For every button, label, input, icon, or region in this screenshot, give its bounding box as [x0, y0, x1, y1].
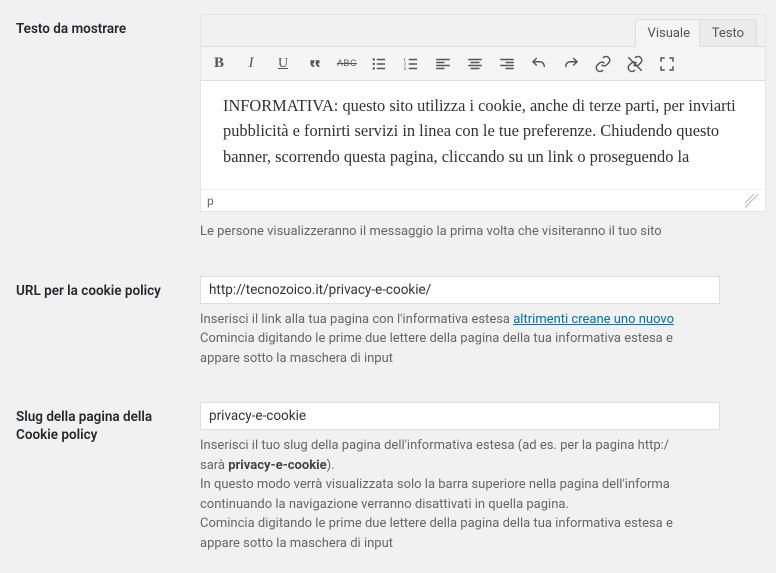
cookie-slug-input[interactable]	[200, 402, 720, 430]
desc-line: continuando la navigazione verranno disa…	[200, 497, 569, 512]
desc-line: Inserisci il tuo slug della pagina dell'…	[200, 438, 669, 453]
tab-visual[interactable]: Visuale	[635, 19, 703, 47]
description-testo: Le persone visualizzeranno il messaggio …	[200, 222, 766, 242]
desc-line: Comincia digitando le prime due lettere …	[200, 516, 673, 531]
wysiwyg-editor: Visuale Testo B I U ABC 123	[200, 14, 766, 212]
redo-button[interactable]	[557, 51, 585, 77]
desc-line: sarà	[200, 458, 228, 473]
align-right-button[interactable]	[493, 51, 521, 77]
editor-toolbar: B I U ABC 123	[201, 47, 765, 81]
editor-status-bar: p	[201, 189, 765, 211]
editor-text: INFORMATIVA: questo sito utilizza i cook…	[223, 96, 736, 166]
label-testo-da-mostrare: Testo da mostrare	[0, 0, 200, 262]
fullscreen-button[interactable]	[653, 51, 681, 77]
bold-button[interactable]: B	[205, 51, 233, 77]
desc-line: appare sotto la maschera di input	[200, 351, 393, 366]
editor-content[interactable]: INFORMATIVA: questo sito utilizza i cook…	[201, 81, 765, 189]
editor-mode-tabs: Visuale Testo	[201, 15, 765, 47]
cookie-url-input[interactable]	[200, 276, 720, 304]
unlink-button[interactable]	[621, 51, 649, 77]
blockquote-button[interactable]	[301, 51, 329, 77]
desc-line: ).	[327, 458, 335, 473]
editor-resize-handle[interactable]	[745, 194, 759, 208]
label-url-cookie-policy: URL per la cookie policy	[0, 262, 200, 389]
strike-label: ABC	[337, 57, 357, 71]
link-text: altrimenti creane uno nuovo	[513, 312, 674, 327]
label-text: URL per la cookie policy	[16, 283, 161, 299]
tab-visual-label: Visuale	[648, 26, 690, 41]
italic-button[interactable]: I	[237, 51, 265, 77]
description-text: Le persone visualizzeranno il messaggio …	[200, 224, 662, 239]
bulleted-list-button[interactable]	[365, 51, 393, 77]
create-new-link[interactable]: altrimenti creane uno nuovo	[513, 312, 674, 327]
slug-bold: privacy-e-cookie	[228, 458, 326, 473]
desc-line: In questo modo verrà visualizzata solo l…	[200, 477, 670, 492]
label-slug-cookie-policy: Slug della pagina della Cookie policy	[0, 388, 200, 573]
settings-form-table: Testo da mostrare Visuale Testo B I U AB…	[0, 0, 776, 573]
desc-line: Comincia digitando le prime due lettere …	[200, 331, 673, 346]
label-text: Testo da mostrare	[16, 21, 126, 37]
desc-line: appare sotto la maschera di input	[200, 536, 393, 551]
undo-button[interactable]	[525, 51, 553, 77]
tab-text-label: Testo	[712, 26, 744, 41]
svg-text:3: 3	[404, 66, 407, 71]
align-center-button[interactable]	[461, 51, 489, 77]
strikethrough-button[interactable]: ABC	[333, 51, 361, 77]
link-button[interactable]	[589, 51, 617, 77]
tab-text[interactable]: Testo	[699, 19, 757, 47]
align-left-button[interactable]	[429, 51, 457, 77]
numbered-list-button[interactable]: 123	[397, 51, 425, 77]
editor-element-path: p	[207, 192, 214, 210]
description-url: Inserisci il link alla tua pagina con l'…	[200, 310, 766, 369]
desc-line: Inserisci il link alla tua pagina con l'…	[200, 312, 513, 327]
label-text: Slug della pagina della Cookie policy	[16, 409, 152, 443]
underline-button[interactable]: U	[269, 51, 297, 77]
description-slug: Inserisci il tuo slug della pagina dell'…	[200, 436, 766, 553]
